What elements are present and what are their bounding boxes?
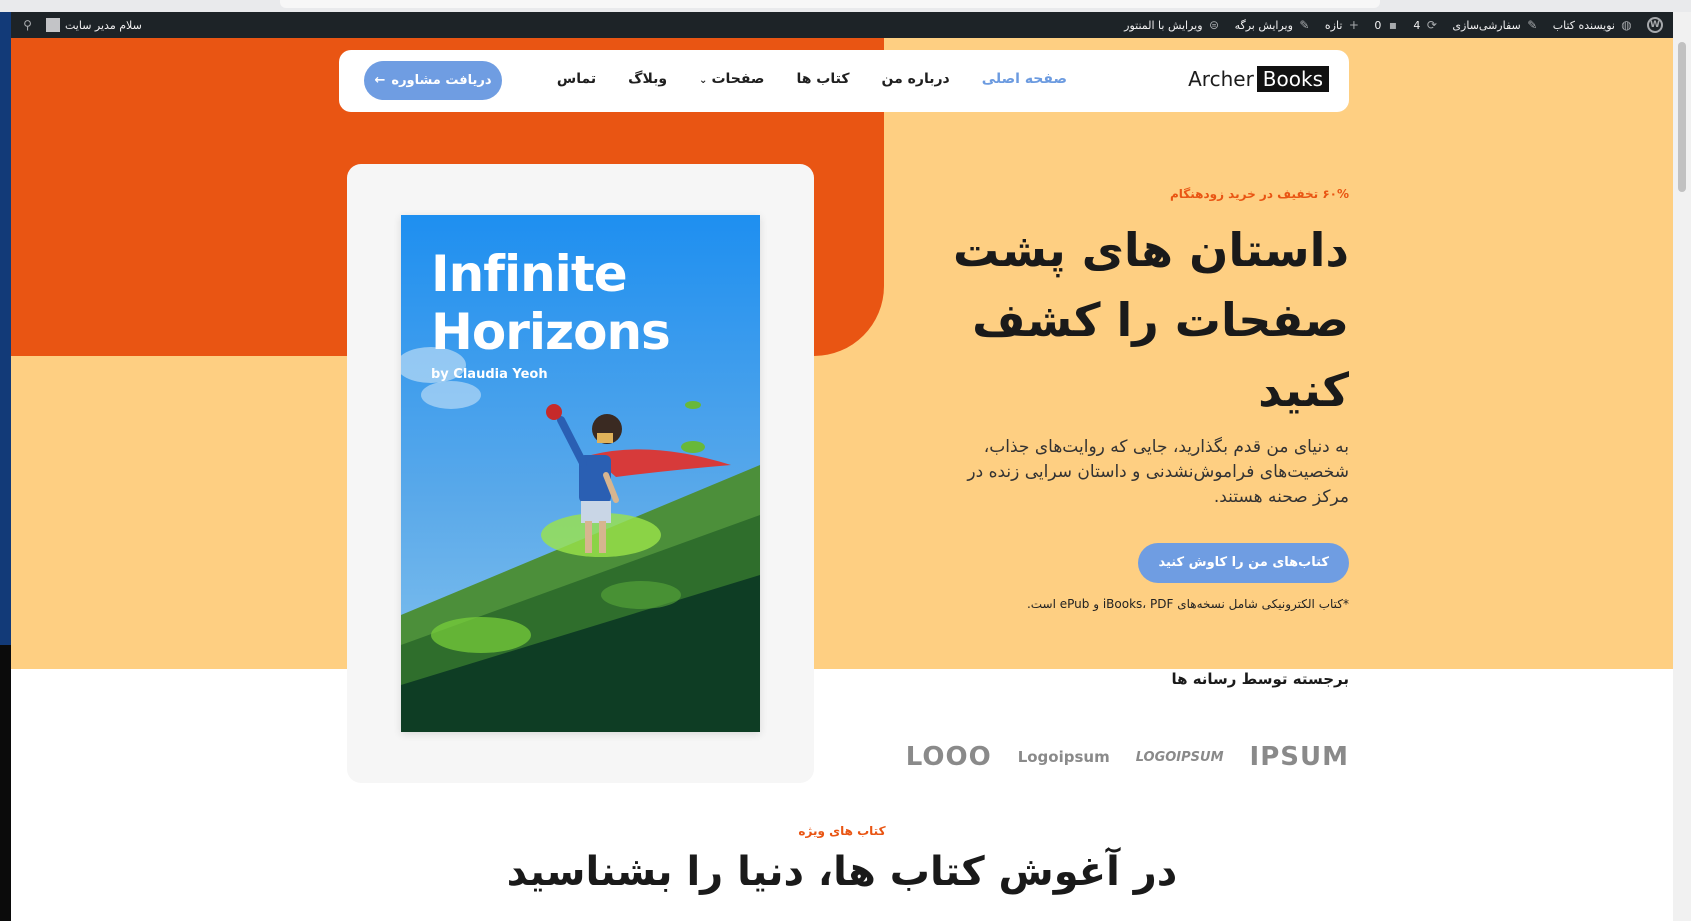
promo-text: ۶۰% تخفیف در خرید زودهنگام <box>1169 187 1349 201</box>
plus-icon: + <box>1348 17 1359 32</box>
media-logo: Logoipsum <box>1017 748 1110 766</box>
site-logo[interactable]: Archer Books <box>1188 66 1329 92</box>
pencil-icon: ✎ <box>1299 17 1310 32</box>
elementor-icon: ⊜ <box>1209 17 1220 32</box>
media-logo: LOOO <box>905 742 992 772</box>
hero-content: ۶۰% تخفیف در خرید زودهنگام داستان های پش… <box>929 187 1349 611</box>
admin-bar-right: W ◍ نویسنده کتاب ✎ سفارشی‌سازی ⟳ 4 ▪ 0 + تازه… <box>1124 12 1673 38</box>
book-cover[interactable]: Infinite Horizons by Claudia Yeoh <box>401 215 760 732</box>
avatar <box>46 18 60 32</box>
admin-updates[interactable]: ⟳ 4 <box>1413 17 1438 32</box>
book-title: Infinite Horizons <box>431 245 671 361</box>
consult-button[interactable]: دریافت مشاوره ← <box>364 61 502 100</box>
book-card: Infinite Horizons by Claudia Yeoh <box>347 164 814 783</box>
admin-edit-page[interactable]: ✎ ویرایش برگه <box>1235 17 1311 32</box>
admin-account[interactable]: سلام مدیر سایت <box>46 18 142 32</box>
nav-menu: صفحه اصلی درباره من کتاب ها صفحات⌄ وبلاگ… <box>557 71 1067 87</box>
special-books-title: در آغوش کتاب ها، دنیا را بشناسید <box>506 849 1178 895</box>
ebook-note: *کتاب الکترونیکی شامل نسخه‌های iBooks، P… <box>1026 597 1349 611</box>
hero-subtext: به دنیای من قدم بگذارید، جایی که روایت‌ه… <box>967 437 1349 507</box>
admin-new[interactable]: + تازه <box>1325 17 1361 32</box>
scrollbar-thumb[interactable] <box>1678 42 1686 192</box>
media-logo: IPSUM <box>1249 742 1349 772</box>
special-books-section: کتاب های ویژه در آغوش کتاب ها، دنیا را ب… <box>11 824 1673 894</box>
nav-item-about[interactable]: درباره من <box>882 71 950 87</box>
wordpress-logo-icon[interactable]: W <box>1647 17 1663 33</box>
arrow-left-icon: ← <box>374 73 386 88</box>
hero-headline: داستان های پشت صفحات را کشف کنید <box>952 223 1349 417</box>
media-logo: LOGOIPSUM <box>1135 749 1224 765</box>
featured-title: برجسته توسط رسانه ها <box>1171 670 1349 688</box>
dashboard-icon: ◍ <box>1621 17 1632 32</box>
admin-site-name[interactable]: ◍ نویسنده کتاب <box>1553 17 1633 32</box>
featured-section: برجسته توسط رسانه ها <box>849 670 1349 688</box>
address-bar-edge <box>280 0 1380 8</box>
window-edge <box>0 645 11 921</box>
admin-comments[interactable]: ▪ 0 <box>1374 17 1399 32</box>
browser-top-strip <box>0 0 1691 12</box>
nav-item-pages[interactable]: صفحات⌄ <box>699 71 764 87</box>
special-books-label: کتاب های ویژه <box>798 824 886 838</box>
nav-item-contact[interactable]: تماس <box>557 71 596 87</box>
admin-bar: W ◍ نویسنده کتاب ✎ سفارشی‌سازی ⟳ 4 ▪ 0 + تازه… <box>11 12 1673 38</box>
refresh-icon: ⟳ <box>1426 17 1437 32</box>
search-icon[interactable]: ⚲ <box>21 18 34 32</box>
explore-books-button[interactable]: کتاب‌های من را کاوش کنید <box>1138 543 1349 583</box>
admin-edit-elementor[interactable]: ⊜ ویرایش با المنتور <box>1124 17 1220 32</box>
page-scrollbar[interactable] <box>1673 12 1691 921</box>
browser-frame: W ◍ نویسنده کتاب ✎ سفارشی‌سازی ⟳ 4 ▪ 0 + تازه… <box>0 0 1691 921</box>
nav-item-blog[interactable]: وبلاگ <box>628 71 667 87</box>
book-author: by Claudia Yeoh <box>431 367 548 382</box>
chevron-down-icon: ⌄ <box>699 75 708 86</box>
brush-icon: ✎ <box>1527 17 1538 32</box>
page-viewport: W ◍ نویسنده کتاب ✎ سفارشی‌سازی ⟳ 4 ▪ 0 + تازه… <box>11 12 1673 921</box>
main-navigation: Archer Books صفحه اصلی درباره من کتاب ها… <box>339 50 1349 112</box>
admin-bar-left: سلام مدیر سایت ⚲ <box>21 12 142 38</box>
admin-customize[interactable]: ✎ سفارشی‌سازی <box>1452 17 1538 32</box>
nav-item-books[interactable]: کتاب ها <box>796 71 849 87</box>
comment-icon: ▪ <box>1388 17 1397 32</box>
media-logos: IPSUM LOGOIPSUM Logoipsum LOOO <box>906 742 1349 772</box>
nav-item-home[interactable]: صفحه اصلی <box>982 71 1067 87</box>
